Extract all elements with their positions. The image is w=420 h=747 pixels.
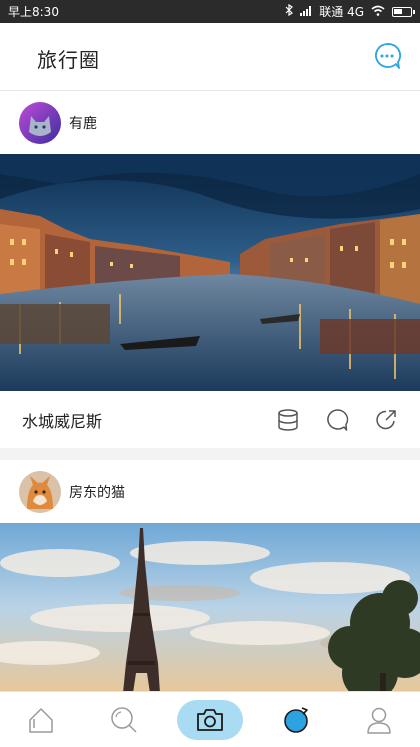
camera-icon bbox=[197, 708, 223, 731]
tab-profile[interactable] bbox=[349, 698, 409, 742]
bluetooth-icon bbox=[285, 3, 294, 19]
messages-button[interactable] bbox=[372, 41, 402, 71]
share-button[interactable] bbox=[374, 408, 398, 432]
tab-camera[interactable] bbox=[176, 699, 243, 740]
app-header: 旅行圈 bbox=[0, 23, 420, 91]
avatar[interactable] bbox=[19, 101, 61, 144]
post-caption: 水城威尼斯 bbox=[22, 411, 103, 431]
database-icon bbox=[278, 408, 298, 431]
feed[interactable]: 有鹿 水城威尼斯 房东的猫 bbox=[0, 91, 420, 691]
page-title: 旅行圈 bbox=[37, 48, 100, 72]
post-photo-venice[interactable] bbox=[0, 154, 420, 391]
chat-bubble-icon bbox=[375, 43, 402, 69]
bottom-tab-bar bbox=[0, 691, 420, 747]
post-author-row[interactable]: 房东的猫 bbox=[0, 460, 420, 523]
post-caption-row: 水城威尼斯 bbox=[0, 391, 420, 448]
comment-bubble-icon bbox=[327, 408, 349, 431]
post-card: 有鹿 水城威尼斯 bbox=[0, 91, 420, 448]
signal-icon bbox=[300, 5, 312, 19]
avatar[interactable] bbox=[19, 470, 61, 513]
tab-home[interactable] bbox=[11, 698, 71, 742]
collect-button[interactable] bbox=[276, 408, 300, 432]
post-photo-eiffel[interactable] bbox=[0, 523, 420, 691]
post-author-name[interactable]: 房东的猫 bbox=[69, 482, 125, 502]
post-author-name[interactable]: 有鹿 bbox=[69, 113, 97, 133]
status-time: 早上8:30 bbox=[8, 5, 59, 19]
battery-icon bbox=[392, 6, 415, 17]
user-icon bbox=[366, 707, 391, 734]
tab-search[interactable] bbox=[94, 698, 154, 742]
share-icon bbox=[376, 409, 396, 429]
status-indicators: 联通 4G bbox=[285, 3, 415, 20]
tab-discover[interactable] bbox=[266, 698, 326, 742]
comment-button[interactable] bbox=[325, 408, 349, 432]
search-icon bbox=[111, 706, 137, 733]
post-author-row[interactable]: 有鹿 bbox=[0, 91, 420, 154]
home-icon bbox=[29, 707, 54, 733]
post-card: 房东的猫 bbox=[0, 460, 420, 691]
carrier-label: 联通 4G bbox=[319, 5, 364, 19]
post-actions bbox=[276, 408, 398, 432]
status-bar: 早上8:30 联通 4G bbox=[0, 0, 420, 23]
discover-icon bbox=[283, 706, 308, 733]
wifi-icon bbox=[371, 5, 385, 19]
